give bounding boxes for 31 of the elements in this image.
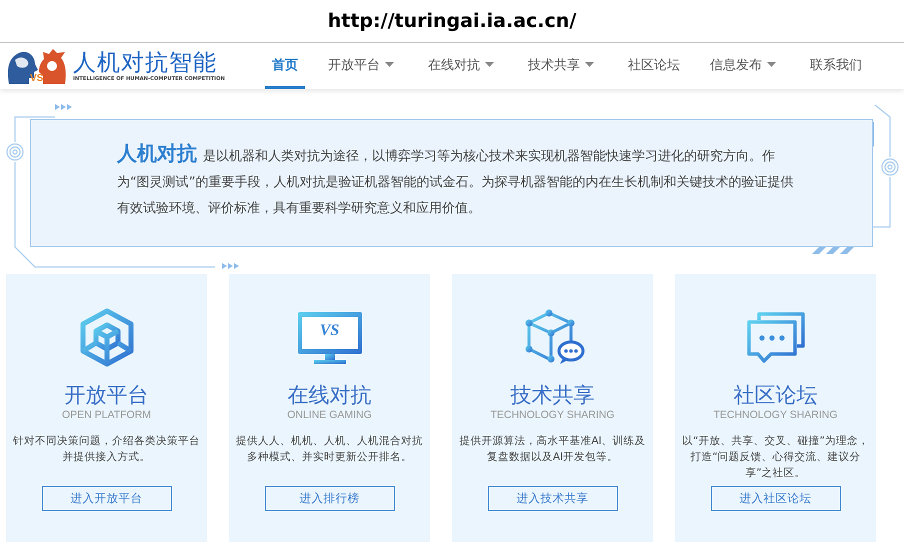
card-title: 技术共享: [510, 382, 594, 408]
enter-button[interactable]: 进入排行榜: [264, 486, 394, 511]
url-caption: http://turingai.ia.ac.cn/: [328, 10, 576, 32]
logo-icon: [5, 46, 69, 86]
nav-item[interactable]: 联系我们: [803, 43, 869, 89]
nav-item[interactable]: 技术共享: [521, 43, 601, 89]
nav-item[interactable]: 在线对抗: [421, 43, 501, 89]
card-subtitle: ONLINE GAMING: [287, 409, 372, 421]
intro-paragraph: 人机对抗 是以机器和人类对抗为途径，以博弈学习等为核心技术来实现机器智能快速学习进化的研究方向。作为“图灵测试”的重要手段，人机对抗是验证机器智能的试金石。为探寻机器智能的内在生长机制和关键技术的验证提供有效试验环境、评价标准，具有重要科学研究意义和应用价值。: [117, 140, 794, 218]
nav-item[interactable]: 信息发布: [703, 43, 783, 89]
chat-bubbles-icon: [744, 310, 806, 364]
logo-title: 人机对抗智能: [73, 50, 218, 76]
card-description: 以“开放、共享、交叉、碰撞”为理念，打造“问题反馈、心得交流、建议分享”之社区。: [681, 434, 870, 481]
enter-button[interactable]: 进入技术共享: [488, 486, 618, 511]
card-title: 开放平台: [64, 382, 148, 408]
nav-item[interactable]: 开放平台: [321, 43, 401, 89]
card-subtitle: OPEN PLATFORM: [62, 409, 152, 421]
card-title: 在线对抗: [288, 382, 372, 408]
logo-vs-label: VS: [30, 73, 44, 84]
card-description: 提供开源算法，高水平基准AI、训练及复盘数据以及AI开发包等。: [458, 434, 647, 465]
nav-item[interactable]: 首页: [265, 43, 305, 89]
card-title: 社区论坛: [734, 382, 818, 408]
nav-item[interactable]: 社区论坛: [621, 43, 687, 89]
card-subtitle: TECHNOLOGY SHARING: [713, 409, 838, 421]
screen-text: VS: [318, 322, 340, 340]
card-description: 针对不同决策问题，介绍各类决策平台并提供接入方式。: [12, 434, 201, 465]
enter-button[interactable]: 进入开放平台: [42, 486, 172, 511]
card-description: 提供人人、机机、人机、人机混合对抗多种模式、并实时更新公开排名。: [235, 434, 424, 465]
enter-button[interactable]: 进入社区论坛: [710, 486, 840, 511]
card-subtitle: TECHNOLOGY SHARING: [490, 409, 615, 421]
monitor-icon: [296, 310, 364, 364]
